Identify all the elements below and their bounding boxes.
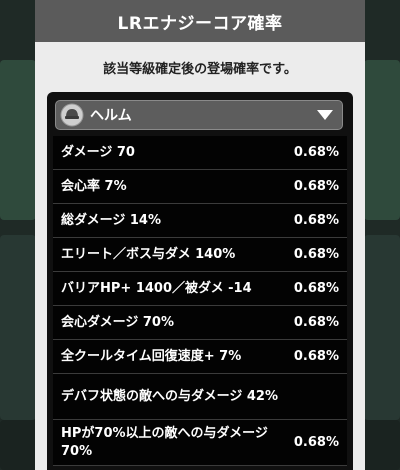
equipment-dropdown[interactable]: ヘルム: [55, 100, 343, 130]
stat-name: 会心ダメージ 70%: [61, 314, 174, 330]
rates-panel: ヘルム ダメージ 70 0.68% 会心率 7% 0.68% 総ダメージ 14%…: [47, 92, 353, 470]
background-panel: [0, 235, 36, 420]
stat-name: デバフ状態の敵への与ダメージ 42%: [61, 388, 278, 404]
stat-rate: 0.68%: [293, 315, 339, 330]
stat-name: 総ダメージ 14%: [61, 212, 161, 228]
stat-rate: 0.68%: [293, 281, 339, 296]
stat-name: ダメージ 70: [61, 144, 135, 160]
background-panel: [364, 235, 400, 420]
stat-rate: 0.68%: [293, 349, 339, 364]
stat-rate: 0.68%: [293, 213, 339, 228]
dialog-title: LRエナジーコア確率: [35, 0, 365, 42]
rates-list: ダメージ 70 0.68% 会心率 7% 0.68% 総ダメージ 14% 0.6…: [53, 136, 347, 466]
dropdown-selected-label: ヘルム: [90, 108, 132, 124]
list-item: 会心率 7% 0.68%: [53, 170, 347, 204]
list-item: デバフ状態の敵への与ダメージ 42%: [53, 374, 347, 420]
stat-name: エリート／ボス与ダメ 140%: [61, 246, 236, 262]
chevron-down-icon: [317, 110, 333, 120]
stat-name: 会心率 7%: [61, 178, 127, 194]
stat-rate: 0.68%: [293, 179, 339, 194]
stat-name: 全クールタイム回復速度+ 7%: [61, 348, 242, 364]
stat-name: HPが70%以上の敵への与ダメージ 70%: [61, 425, 268, 459]
list-item: ダメージ 70 0.68%: [53, 136, 347, 170]
list-item: 総ダメージ 14% 0.68%: [53, 204, 347, 238]
list-item: バリアHP+ 1400／被ダメ -14 0.68%: [53, 272, 347, 306]
stat-name: バリアHP+ 1400／被ダメ -14: [61, 280, 252, 296]
list-item: 会心ダメージ 70% 0.68%: [53, 306, 347, 340]
stat-rate: 0.68%: [293, 435, 339, 450]
stat-rate: 0.68%: [293, 247, 339, 262]
list-item: HPが70%以上の敵への与ダメージ 70% 0.68%: [53, 420, 347, 466]
helmet-icon: [60, 103, 84, 127]
stat-rate: 0.68%: [293, 145, 339, 160]
background-panel: [364, 60, 400, 220]
dialog-subtitle: 該当等級確定後の登場確率です。: [103, 61, 297, 77]
list-item: エリート／ボス与ダメ 140% 0.68%: [53, 238, 347, 272]
probability-dialog: LRエナジーコア確率 該当等級確定後の登場確率です。 ヘルム ダメージ 70 0…: [35, 0, 365, 470]
list-item: 全クールタイム回復速度+ 7% 0.68%: [53, 340, 347, 374]
background-panel: [0, 60, 36, 220]
